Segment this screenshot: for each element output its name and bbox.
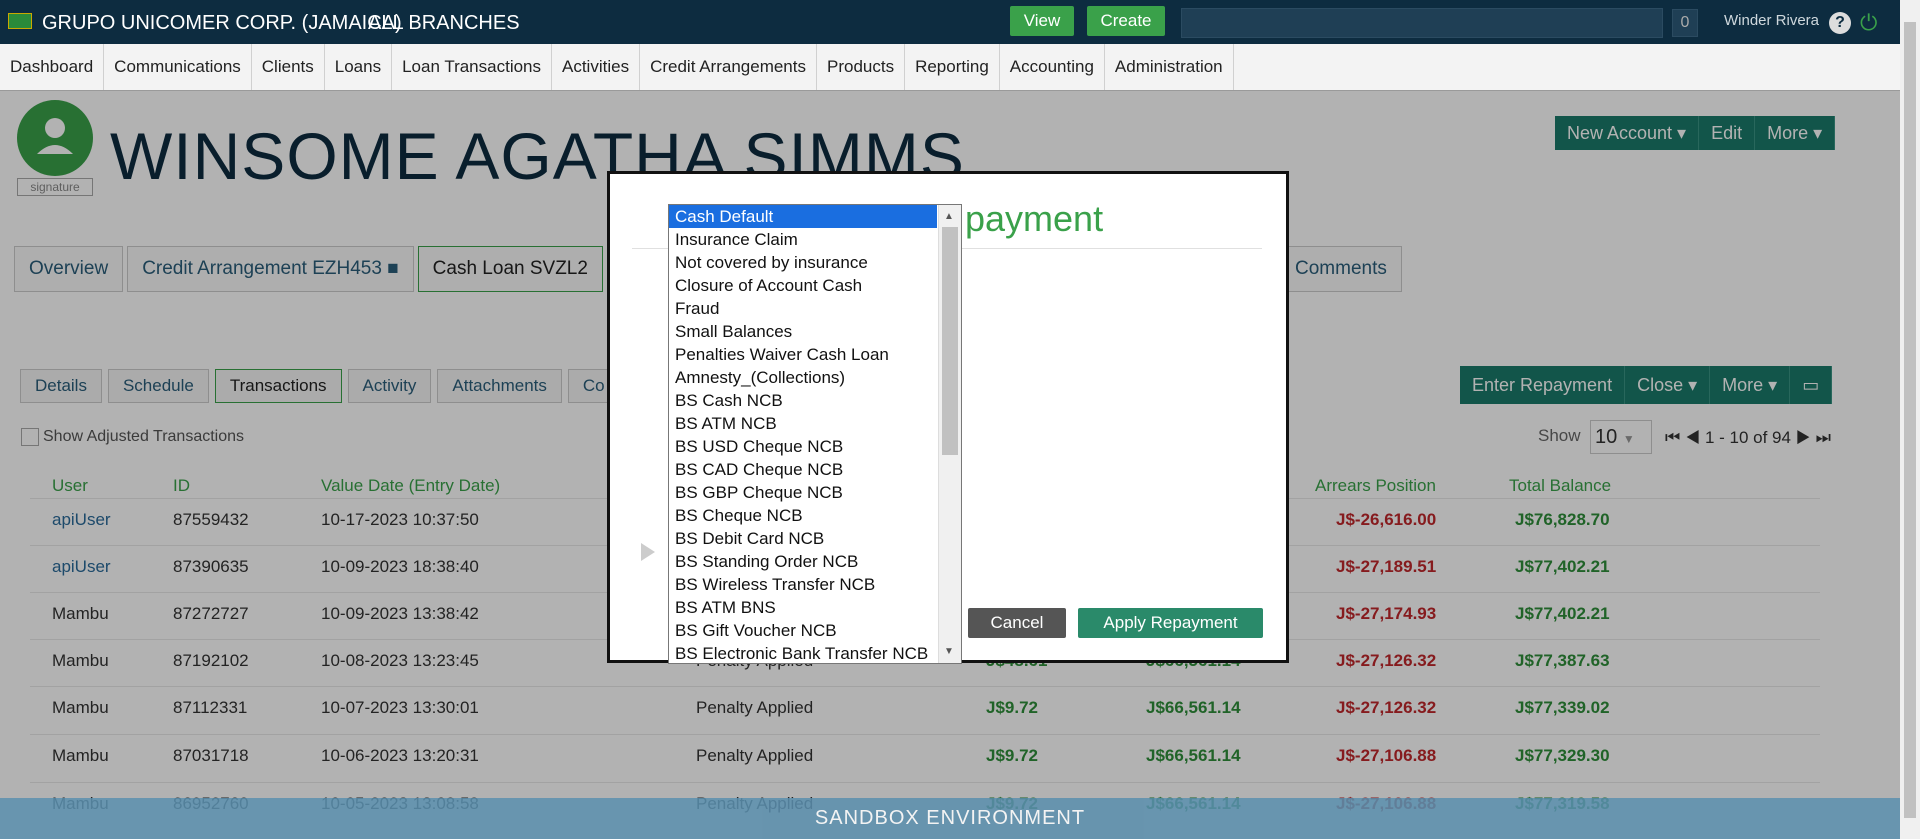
list-option[interactable]: BS USD Cheque NCB <box>669 435 937 458</box>
flag-icon <box>8 13 32 29</box>
list-option[interactable]: BS CAD Cheque NCB <box>669 458 937 481</box>
nav-communications[interactable]: Communications <box>104 44 252 90</box>
transaction-channel-list[interactable]: Cash Default Insurance Claim Not covered b… <box>668 204 962 664</box>
nav-loan-transactions[interactable]: Loan Transactions <box>392 44 552 90</box>
sandbox-banner: SANDBOX ENVIRONMENT <box>0 798 1900 839</box>
list-option[interactable]: BS ATM NCB <box>669 412 937 435</box>
list-option[interactable]: Cash Default <box>669 205 937 228</box>
list-option[interactable]: Amnesty_(Collections) <box>669 366 937 389</box>
dialog-title: payment <box>965 198 1104 239</box>
list-scrollbar[interactable]: ▲ ▼ <box>938 205 961 663</box>
scroll-thumb[interactable] <box>942 227 958 455</box>
list-option[interactable]: Not covered by insurance <box>669 251 937 274</box>
list-option[interactable]: BS Wireless Transfer NCB <box>669 573 937 596</box>
list-option[interactable]: Insurance Claim <box>669 228 937 251</box>
help-icon[interactable]: ? <box>1829 12 1851 34</box>
create-button[interactable]: Create <box>1087 6 1165 36</box>
nav-administration[interactable]: Administration <box>1105 44 1234 90</box>
page-scroll-thumb[interactable] <box>1904 22 1916 818</box>
list-option[interactable]: Penalties Waiver Cash Loan <box>669 343 937 366</box>
nav-activities[interactable]: Activities <box>552 44 641 90</box>
list-option[interactable]: BS ATM BNS <box>669 596 937 619</box>
nav-loans[interactable]: Loans <box>325 44 393 90</box>
view-button[interactable]: View <box>1010 6 1074 36</box>
organization-name: GRUPO UNICOMER CORP. (JAMAICA) <box>42 12 402 34</box>
list-option[interactable]: BS Debit Card NCB <box>669 527 937 550</box>
expand-arrow-icon[interactable] <box>641 543 655 561</box>
list-option[interactable]: BS Standing Order NCB <box>669 550 937 573</box>
notification-count[interactable]: 0 <box>1672 9 1698 37</box>
list-option[interactable]: BS GBP Cheque NCB <box>669 481 937 504</box>
search-input[interactable] <box>1181 8 1663 38</box>
top-bar: GRUPO UNICOMER CORP. (JAMAICA) ALL BRANC… <box>0 0 1920 44</box>
list-option[interactable]: Fraud <box>669 297 937 320</box>
list-option[interactable]: BS Electronic Bank Transfer NCB <box>669 642 937 663</box>
nav-clients[interactable]: Clients <box>252 44 325 90</box>
cancel-button[interactable]: Cancel <box>968 608 1066 638</box>
user-name[interactable]: Winder Rivera <box>1724 12 1819 29</box>
main-navigation: Dashboard Communications Clients Loans L… <box>0 44 1900 91</box>
list-option[interactable]: BS Cheque NCB <box>669 504 937 527</box>
nav-products[interactable]: Products <box>817 44 906 90</box>
nav-reporting[interactable]: Reporting <box>905 44 1000 90</box>
nav-dashboard[interactable]: Dashboard <box>0 44 105 90</box>
list-option[interactable]: BS Gift Voucher NCB <box>669 619 937 642</box>
list-option[interactable]: Closure of Account Cash <box>669 274 937 297</box>
apply-repayment-button[interactable]: Apply Repayment <box>1078 608 1263 638</box>
branch-selector[interactable]: ALL BRANCHES <box>368 12 520 35</box>
scroll-down-icon[interactable]: ▼ <box>944 646 954 657</box>
list-option[interactable]: Small Balances <box>669 320 937 343</box>
page-scrollbar[interactable] <box>1900 0 1920 839</box>
power-icon[interactable]: ⏻ <box>1860 10 1882 35</box>
nav-credit-arrangements[interactable]: Credit Arrangements <box>640 44 817 90</box>
scroll-up-icon[interactable]: ▲ <box>944 211 954 222</box>
list-option[interactable]: BS Cash NCB <box>669 389 937 412</box>
nav-accounting[interactable]: Accounting <box>1000 44 1105 90</box>
